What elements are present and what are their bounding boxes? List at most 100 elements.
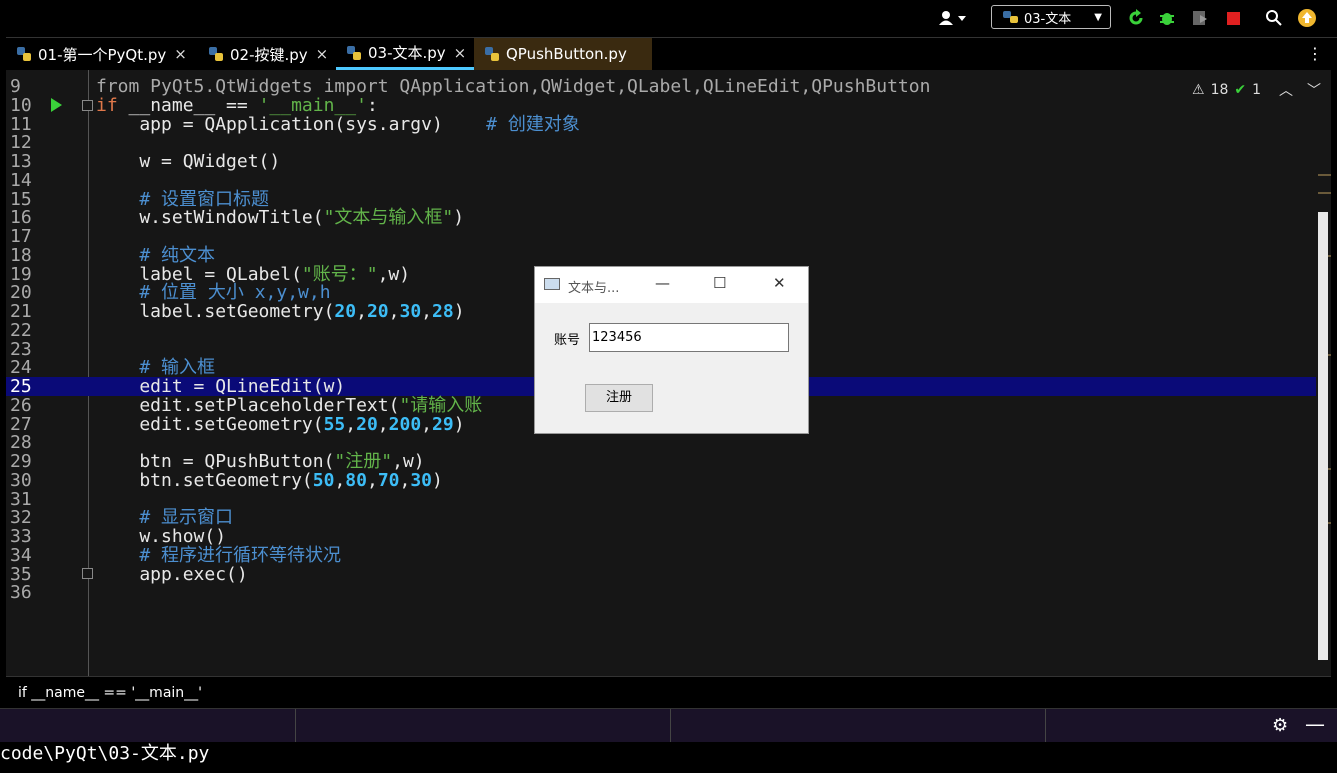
line-number: 29 (10, 451, 32, 472)
code-text: edit.setGeometry(55,20,200,29) (96, 413, 465, 435)
gear-icon[interactable]: ⚙ (1272, 715, 1288, 736)
code-line[interactable]: 11 app = QApplication(sys.argv) # 创建对象 (6, 115, 1316, 134)
code-text: # 设置窗口标题 (96, 188, 270, 210)
line-number: 21 (10, 301, 32, 322)
code-line[interactable]: 15 # 设置窗口标题 (6, 190, 1316, 209)
line-number: 19 (10, 263, 32, 285)
code-line[interactable]: 10 if __name__ == '__main__': (6, 96, 1316, 115)
line-number: 17 (10, 226, 32, 247)
stop-icon[interactable] (1224, 8, 1242, 28)
update-icon[interactable] (1296, 8, 1318, 28)
qt-title-bar[interactable]: 文本与... — ☐ ✕ (535, 267, 808, 303)
code-line[interactable]: 36 (6, 583, 1316, 602)
code-line[interactable]: 16 w.setWindowTitle("文本与输入框") (6, 208, 1316, 227)
tab-label: 03-文本.py (368, 44, 446, 62)
check-icon: ✔ (1234, 82, 1247, 98)
tab-03-active[interactable]: 03-文本.py × (336, 38, 474, 70)
code-text: btn = QPushButton("注册",w) (96, 451, 425, 472)
line-number: 16 (10, 207, 32, 229)
code-text: # 显示窗口 (96, 507, 234, 529)
code-line[interactable]: 34 # 程序进行循环等待状况 (6, 546, 1316, 565)
line-number: 30 (10, 469, 32, 491)
account-input[interactable]: 123456 (589, 323, 789, 352)
warning-icon: ⚠ (1192, 82, 1205, 98)
code-line[interactable]: 13 w = QWidget() (6, 152, 1316, 171)
code-text: edit = QLineEdit(w) (96, 376, 346, 397)
terminal-output[interactable]: code\PyQt\03-文本.py (0, 742, 1337, 773)
code-line[interactable]: 12 (6, 133, 1316, 152)
chevron-up-icon[interactable]: ︿ (1279, 80, 1293, 100)
code-line[interactable]: 9 (6, 77, 1316, 96)
tab-02[interactable]: 02-按键.py × (198, 38, 336, 70)
line-number: 27 (10, 413, 32, 435)
scroll-marker (1318, 174, 1331, 176)
tab-qpushbutton[interactable]: QPushButton.py (474, 38, 652, 70)
tab-01[interactable]: 01-第一个PyQt.py × (6, 38, 198, 70)
run-gutter-icon[interactable] (51, 98, 62, 112)
code-text: # 输入框 (96, 357, 216, 379)
register-button[interactable]: 注册 (585, 384, 653, 412)
top-toolbar: 03-文本 ▼ (0, 0, 1337, 36)
line-number: 15 (10, 188, 32, 210)
run-configuration-select[interactable]: 03-文本 ▼ (991, 5, 1111, 29)
code-line-fragment: from PyQt5.QtWidgets import QApplication… (6, 70, 1316, 96)
line-number: 31 (10, 488, 32, 510)
more-vertical-icon[interactable]: ⋮ (1307, 44, 1323, 63)
line-number: 28 (10, 432, 32, 454)
minimize-icon[interactable]: — (1305, 712, 1325, 736)
code-line[interactable]: 18 # 纯文本 (6, 246, 1316, 265)
maximize-icon[interactable]: ☐ (713, 274, 726, 292)
inspection-widget[interactable]: ⚠ 18 ✔ 1 ︿ ﹀ (1192, 80, 1321, 100)
close-icon[interactable]: × (454, 44, 467, 62)
user-icon[interactable] (935, 8, 971, 28)
fold-icon[interactable] (82, 568, 93, 579)
panel-divider (1045, 709, 1046, 743)
line-number: 33 (10, 526, 32, 547)
close-icon[interactable]: × (316, 45, 329, 63)
code-line[interactable]: 30 btn.setGeometry(50,80,70,30) (6, 471, 1316, 490)
close-icon[interactable]: × (174, 45, 187, 63)
code-text: if __name__ == '__main__': (96, 94, 378, 116)
line-number: 13 (10, 151, 32, 172)
minimize-icon[interactable]: — (655, 274, 670, 292)
line-number: 26 (10, 394, 32, 416)
search-icon[interactable] (1264, 8, 1284, 28)
panel-divider (295, 709, 296, 743)
code-text: w = QWidget() (96, 151, 281, 172)
breadcrumb[interactable]: if __name__ == '__main__' (6, 676, 1331, 708)
python-file-icon (17, 47, 31, 61)
chevron-down-icon: ▼ (1094, 11, 1102, 23)
run-icon[interactable] (1126, 8, 1146, 28)
line-number: 34 (10, 544, 32, 566)
line-number: 12 (10, 132, 32, 154)
line-number: 24 (10, 357, 32, 379)
code-line[interactable]: 28 (6, 433, 1316, 452)
code-text: label = QLabel("账号：",w) (96, 263, 411, 285)
debug-icon[interactable] (1157, 8, 1177, 28)
qt-window-title: 文本与... (568, 281, 620, 296)
code-text: w.setWindowTitle("文本与输入框") (96, 207, 465, 229)
code-line[interactable]: 32 # 显示窗口 (6, 508, 1316, 527)
code-line[interactable]: 14 (6, 171, 1316, 190)
tool-window-bar: ⚙ — (0, 708, 1337, 743)
code-text: app = QApplication(sys.argv) # 创建对象 (96, 113, 580, 135)
line-number: 35 (10, 563, 32, 585)
code-line[interactable]: 31 (6, 490, 1316, 509)
code-line[interactable]: 33 w.show() (6, 527, 1316, 546)
run-configuration-label: 03-文本 (1024, 11, 1072, 27)
vertical-scrollbar[interactable] (1318, 212, 1328, 660)
code-line[interactable]: 29 btn = QPushButton("注册",w) (6, 452, 1316, 471)
python-file-icon (347, 45, 361, 60)
tab-label: 01-第一个PyQt.py (38, 45, 167, 64)
chevron-down-icon[interactable]: ﹀ (1307, 80, 1321, 100)
python-icon (1003, 11, 1018, 23)
coverage-icon[interactable] (1190, 8, 1210, 28)
line-number: 9 (10, 76, 21, 97)
fold-icon[interactable] (82, 100, 93, 111)
qt-app-window[interactable]: 文本与... — ☐ ✕ 账号 123456 注册 (534, 266, 809, 434)
warning-count: 18 (1210, 82, 1229, 98)
line-number: 23 (10, 338, 32, 360)
code-line[interactable]: 35 app.exec() (6, 565, 1316, 584)
close-icon[interactable]: ✕ (773, 274, 786, 292)
code-line[interactable]: 17 (6, 227, 1316, 246)
